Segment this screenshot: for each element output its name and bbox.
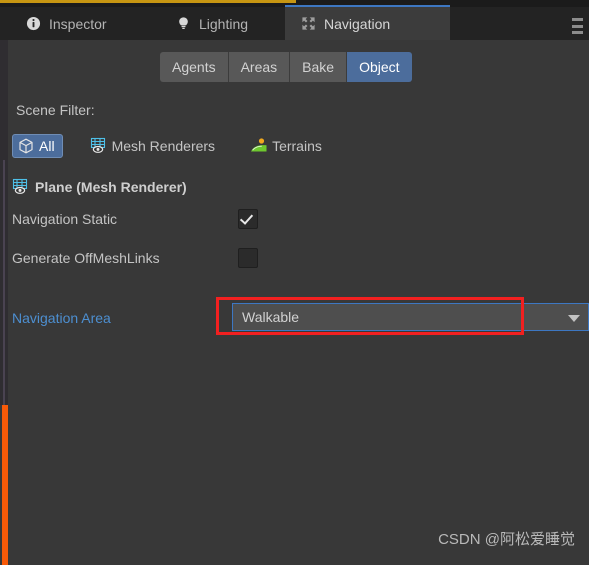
generate-offmeshlinks-label: Generate OffMeshLinks (12, 250, 160, 266)
mesh-renderer-icon (90, 137, 105, 153)
mesh-renderer-icon (12, 178, 28, 194)
info-icon (26, 16, 41, 31)
scene-filter-label: Scene Filter: (16, 102, 95, 118)
property-row-generate-offmeshlinks: Generate OffMeshLinks (12, 247, 258, 269)
generate-offmeshlinks-checkbox[interactable] (238, 248, 258, 268)
tab-bar: Inspector Lighting Navigation (0, 7, 589, 40)
lightbulb-icon (179, 17, 188, 30)
scene-filter-row: All Mesh Renderers Terrains (12, 132, 330, 160)
tab-inspector[interactable]: Inspector (10, 7, 123, 40)
mode-button-agents[interactable]: Agents (160, 52, 229, 82)
gold-accent-line (0, 0, 296, 3)
navigation-static-checkbox[interactable] (238, 209, 258, 229)
kebab-dash-1 (571, 18, 583, 21)
navigation-static-label: Navigation Static (12, 211, 118, 227)
tab-lighting[interactable]: Lighting (160, 7, 264, 40)
navigation-area-label: Navigation Area (12, 310, 111, 326)
filter-item-all[interactable]: All (12, 134, 63, 158)
filter-item-terrains-label: Terrains (272, 138, 322, 154)
left-edge-orange-rail (2, 405, 8, 565)
cube-icon (19, 138, 33, 154)
navigation-area-value: Walkable (242, 309, 300, 325)
filter-item-terrains[interactable]: Terrains (245, 134, 330, 158)
navigation-area-dropdown[interactable]: Walkable (232, 303, 589, 331)
object-header: Plane (Mesh Renderer) (12, 178, 187, 196)
tab-lighting-label: Lighting (199, 15, 249, 32)
tab-inspector-label: Inspector (49, 15, 107, 32)
mode-button-areas[interactable]: Areas (228, 52, 291, 82)
tab-navigation-label: Navigation (324, 15, 391, 32)
filter-item-mesh-renderers-label: Mesh Renderers (111, 138, 216, 154)
filter-item-all-label: All (39, 138, 55, 154)
object-header-label: Plane (Mesh Renderer) (35, 179, 187, 195)
kebab-dash-2 (571, 24, 583, 28)
navigation-panel: Agents Areas Bake Object Scene Filter: A… (0, 40, 589, 565)
left-edge-rail (0, 40, 8, 405)
property-row-navigation-static: Navigation Static (12, 208, 258, 230)
navigation-mode-toolbar: Agents Areas Bake Object (160, 52, 412, 82)
tab-navigation[interactable]: Navigation (285, 7, 450, 40)
terrain-icon (251, 138, 267, 152)
kebab-menu-icon[interactable] (570, 16, 584, 36)
mode-button-object[interactable]: Object (347, 52, 412, 82)
watermark-text: CSDN @阿松爱睡觉 (438, 531, 575, 548)
mode-button-bake[interactable]: Bake (290, 52, 348, 82)
filter-item-mesh-renderers[interactable]: Mesh Renderers (85, 134, 224, 158)
chevron-down-icon (568, 315, 580, 322)
navigation-icon (302, 17, 315, 30)
kebab-dash-3 (571, 31, 583, 34)
